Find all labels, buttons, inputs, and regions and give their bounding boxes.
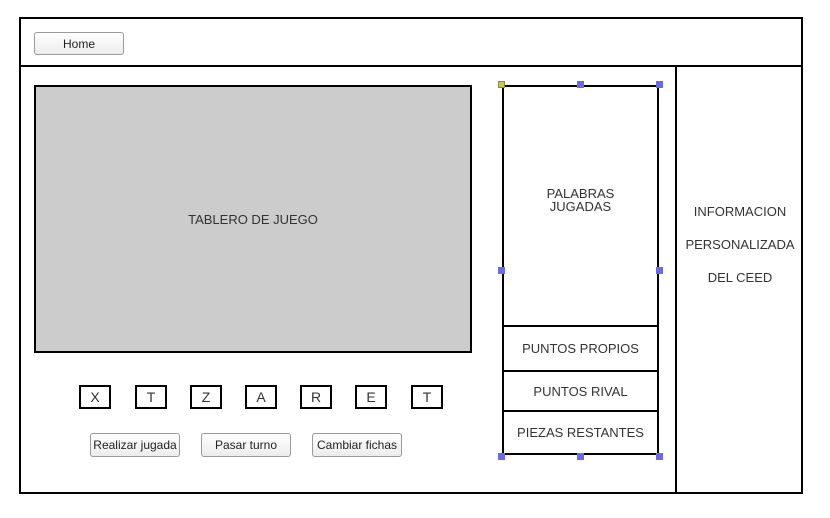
- own-points-label: PUNTOS PROPIOS: [522, 341, 639, 356]
- resize-handle-top-left[interactable]: [498, 81, 505, 88]
- game-board-label: TABLERO DE JUEGO: [188, 211, 318, 227]
- resize-handle-top-right[interactable]: [656, 81, 663, 88]
- score-panel: PALABRAS JUGADAS PUNTOS PROPIOS PUNTOS R…: [502, 85, 659, 455]
- resize-handle-left[interactable]: [498, 267, 505, 274]
- rack-tile[interactable]: R: [300, 385, 332, 409]
- resize-handle-bottom-left[interactable]: [498, 453, 505, 460]
- info-line-1: INFORMACION: [693, 204, 787, 219]
- rack-tile[interactable]: E: [355, 385, 387, 409]
- home-button[interactable]: Home: [34, 32, 124, 55]
- rack-tile[interactable]: A: [245, 385, 277, 409]
- remaining-pieces-label: PIEZAS RESTANTES: [517, 425, 644, 440]
- resize-handle-right[interactable]: [656, 267, 663, 274]
- swap-tiles-button[interactable]: Cambiar fichas: [312, 433, 402, 457]
- play-move-button[interactable]: Realizar jugada: [90, 433, 180, 457]
- rack-tile[interactable]: Z: [190, 385, 222, 409]
- game-board[interactable]: TABLERO DE JUEGO: [34, 85, 472, 353]
- info-line-3: DEL CEED: [707, 270, 773, 285]
- info-line-2: PERSONALIZADA: [685, 237, 795, 252]
- info-panel: INFORMACION PERSONALIZADA DEL CEED: [677, 195, 803, 294]
- header-divider: [19, 65, 803, 67]
- pass-turn-button[interactable]: Pasar turno: [201, 433, 291, 457]
- rival-points-label: PUNTOS RIVAL: [533, 383, 628, 399]
- resize-handle-top[interactable]: [577, 81, 584, 88]
- resize-handle-bottom[interactable]: [577, 453, 584, 460]
- rival-points-row: PUNTOS RIVAL: [504, 370, 657, 410]
- played-words-area: PALABRAS JUGADAS: [504, 87, 657, 325]
- rack-tile[interactable]: X: [79, 385, 111, 409]
- rack-tile[interactable]: T: [411, 385, 443, 409]
- own-points-row: PUNTOS PROPIOS: [504, 325, 657, 370]
- remaining-pieces-row: PIEZAS RESTANTES: [504, 410, 657, 453]
- rack-tile[interactable]: T: [135, 385, 167, 409]
- resize-handle-bottom-right[interactable]: [656, 453, 663, 460]
